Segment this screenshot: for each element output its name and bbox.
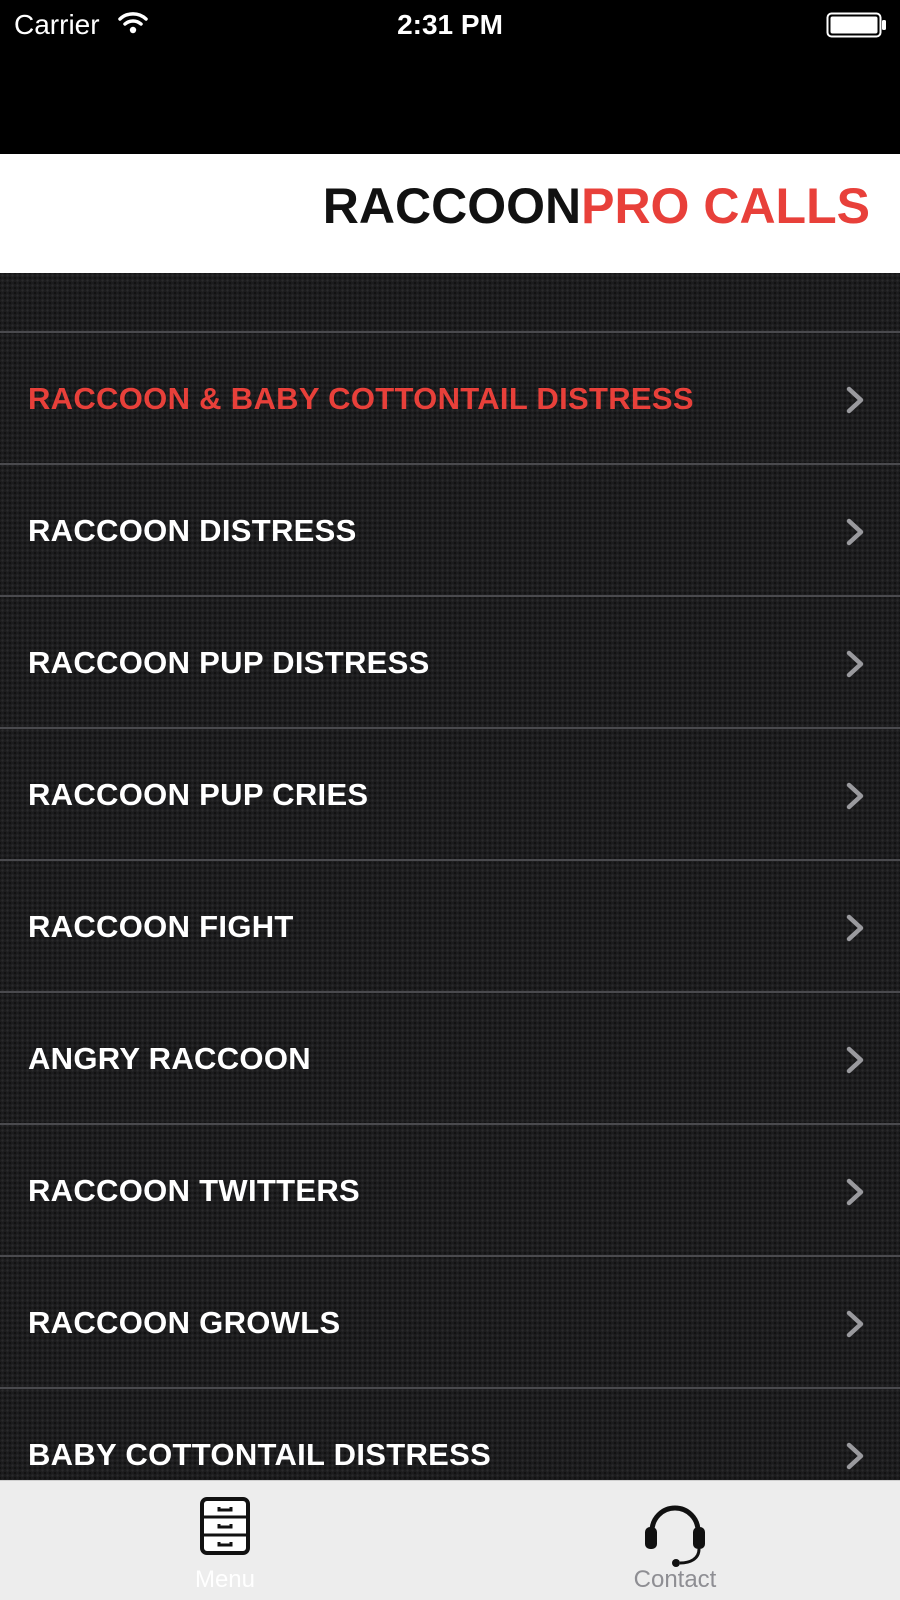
list-item[interactable]: BABY COTTONTAIL DISTRESS	[0, 1389, 900, 1480]
file-cabinet-icon	[200, 1497, 250, 1555]
app-title: RACCOONPRO CALLS	[323, 176, 870, 236]
app-header: RACCOONPRO CALLS	[0, 154, 900, 273]
battery-icon	[826, 12, 886, 38]
chevron-right-icon	[846, 914, 864, 942]
list-item-label: BABY COTTONTAIL DISTRESS	[28, 1437, 492, 1472]
list-item[interactable]: RACCOON DISTRESS	[0, 465, 900, 597]
list-item[interactable]: RACCOON PUP DISTRESS	[0, 597, 900, 729]
list-item-label: RACCOON PUP CRIES	[28, 777, 369, 812]
list-item[interactable]: RACCOON FIGHT	[0, 861, 900, 993]
chevron-right-icon	[846, 1178, 864, 1206]
headset-icon	[645, 1505, 705, 1567]
chevron-right-icon	[846, 1310, 864, 1338]
list-item-label: ANGRY RACCOON	[28, 1041, 311, 1076]
chevron-right-icon	[846, 650, 864, 678]
app-screen: Carrier 2:31 PM RACCOONPRO CALLS RACCOON…	[0, 0, 900, 1600]
list-item-label: RACCOON DISTRESS	[28, 513, 357, 548]
list-item[interactable]: RACCOON TWITTERS	[0, 1125, 900, 1257]
chevron-right-icon	[846, 386, 864, 414]
tab-menu-label: Menu	[194, 1566, 256, 1593]
status-time: 2:31 PM	[397, 9, 503, 40]
tab-bar: Menu Contact	[0, 1480, 900, 1600]
list-item[interactable]: RACCOON GROWLS	[0, 1257, 900, 1389]
calls-list[interactable]: RACCOON & BABY COTTONTAIL DISTRESS RACCO…	[0, 273, 900, 1480]
navigation-bar	[0, 52, 900, 154]
list-item-label: RACCOON FIGHT	[28, 909, 294, 944]
list-item-label: RACCOON GROWLS	[28, 1305, 341, 1340]
chevron-right-icon	[846, 1046, 864, 1074]
chevron-right-icon	[846, 782, 864, 810]
list-item[interactable]: ANGRY RACCOON	[0, 993, 900, 1125]
app-title-part1: RACCOON	[322, 178, 582, 234]
app-title-part2: PRO CALLS	[581, 178, 870, 234]
list-top-spacer	[0, 273, 900, 333]
list-item[interactable]: RACCOON & BABY COTTONTAIL DISTRESS	[0, 333, 900, 465]
list-item-label: RACCOON PUP DISTRESS	[28, 645, 430, 680]
tab-contact-label: Contact	[633, 1566, 717, 1593]
list-item[interactable]: RACCOON PUP CRIES	[0, 729, 900, 861]
tab-menu[interactable]: Menu	[0, 1481, 450, 1600]
tab-contact[interactable]: Contact	[450, 1481, 900, 1600]
chevron-right-icon	[846, 1442, 864, 1470]
chevron-right-icon	[846, 518, 864, 546]
list-item-label: RACCOON TWITTERS	[28, 1173, 360, 1208]
status-bar: Carrier 2:31 PM	[0, 0, 900, 52]
list-item-label: RACCOON & BABY COTTONTAIL DISTRESS	[28, 381, 694, 416]
